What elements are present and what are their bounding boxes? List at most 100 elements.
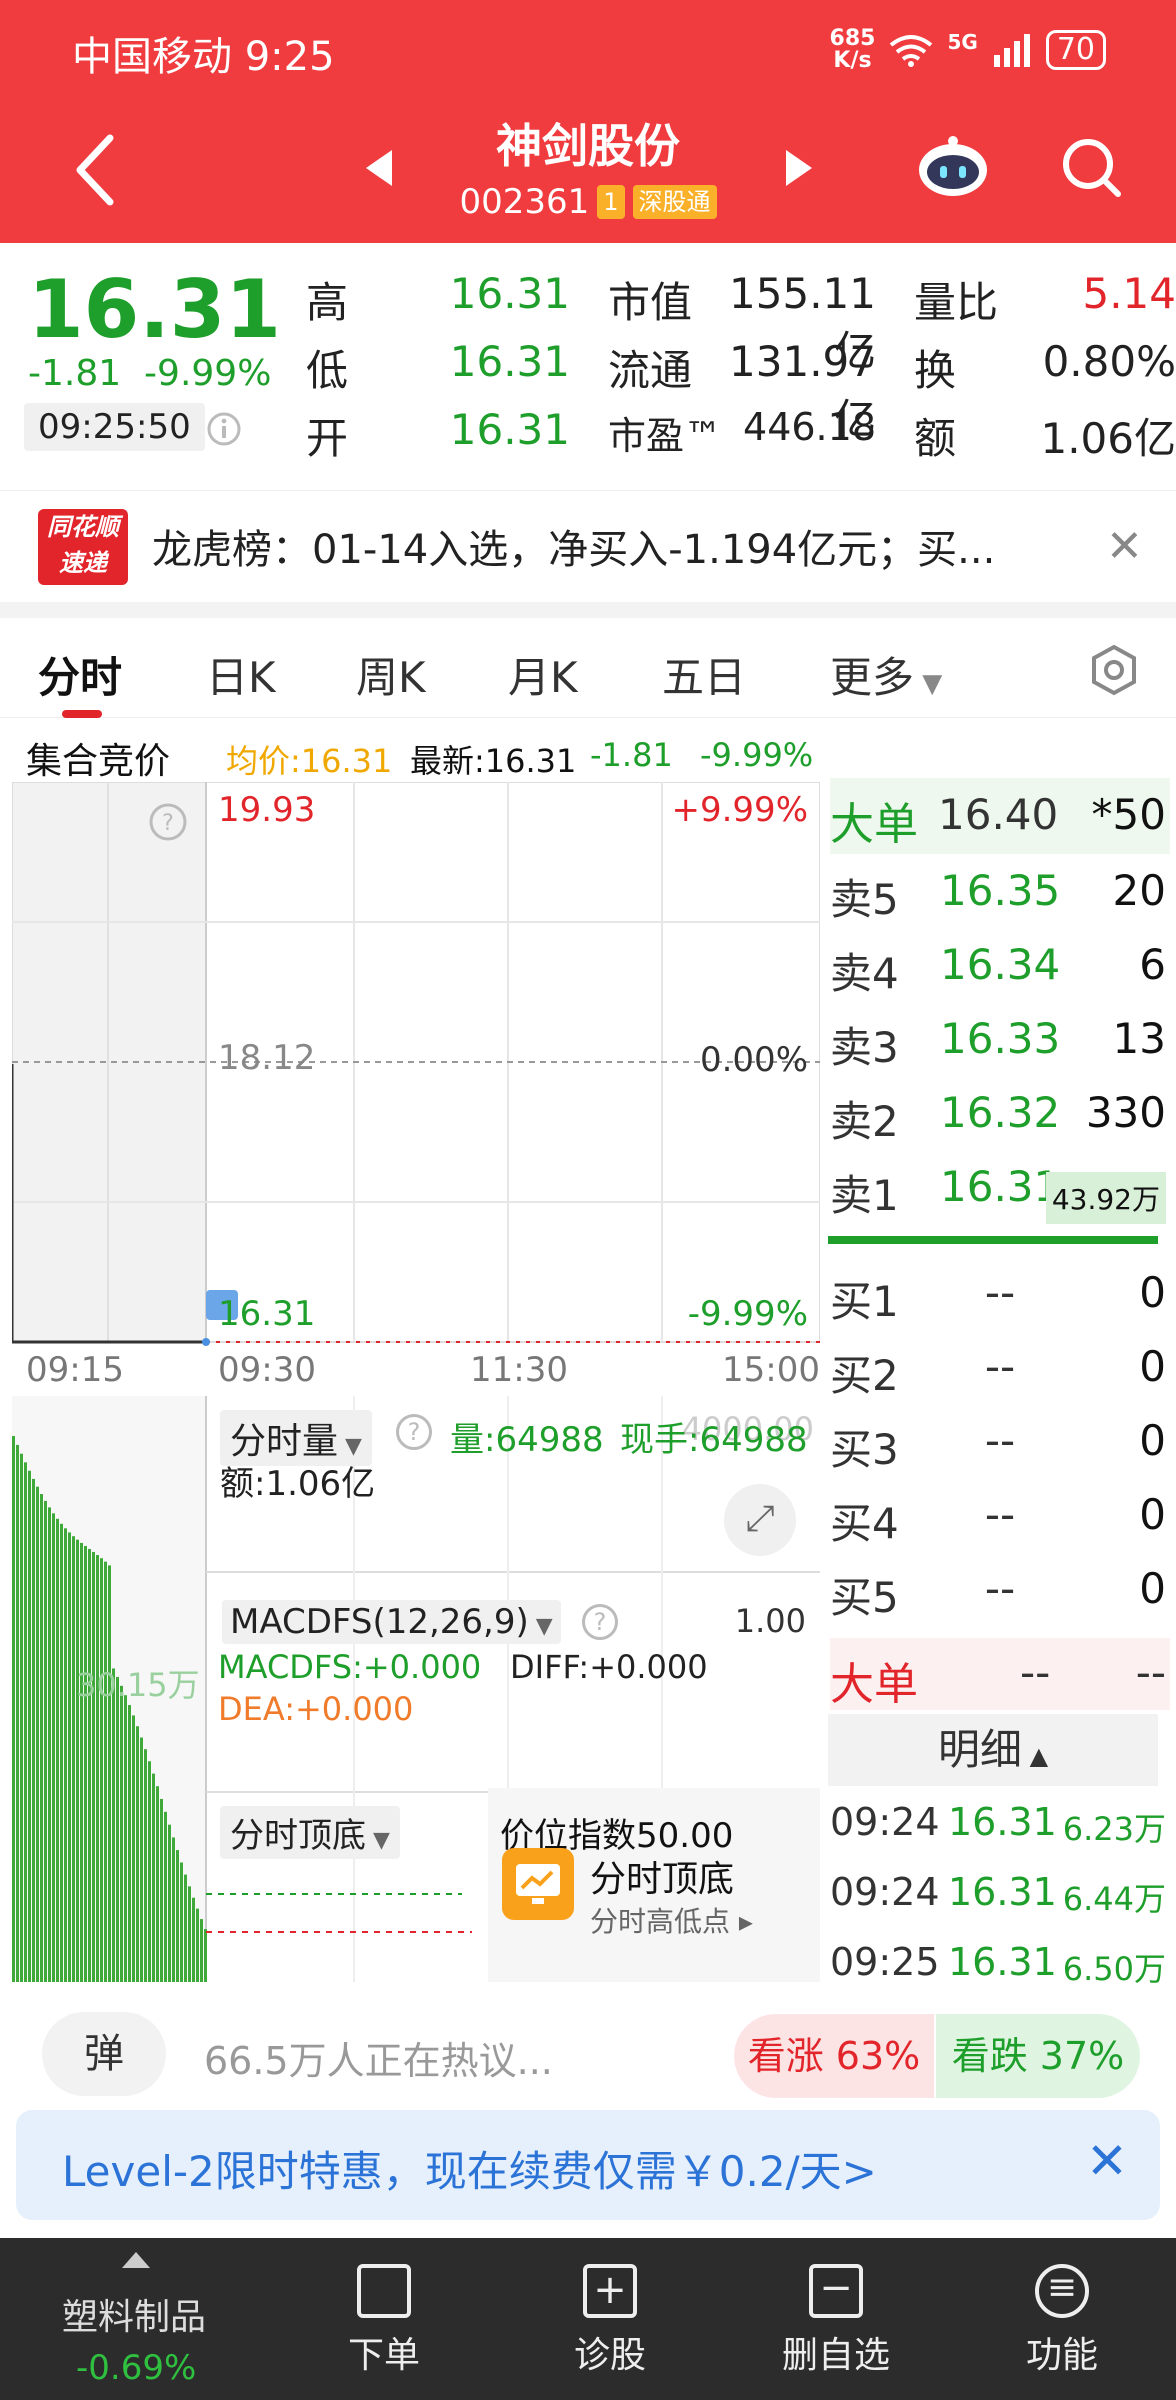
nav-order[interactable]: 下单 (304, 2264, 464, 2378)
indicator-popup[interactable]: 价位指数50.00 分时顶底 分时高低点 ▸ (488, 1788, 820, 1982)
news-ticker[interactable]: 同花顺 速递 龙虎榜：01-14入选，净买入-1.194亿元；买... ✕ (0, 490, 1176, 602)
pct-axis-top: +9.99% (671, 790, 809, 830)
close-icon[interactable]: ✕ (1086, 2132, 1128, 2190)
price-change: -1.81 -9.99% (28, 353, 272, 394)
ask-row[interactable]: 卖2 16.32 330 (830, 1080, 1170, 1150)
bid-row[interactable]: 买4 -- 0 (830, 1482, 1170, 1552)
diagnose-icon: + (583, 2264, 637, 2318)
ask-row[interactable]: 卖4 16.34 6 (830, 932, 1170, 1002)
help-icon[interactable]: ? (582, 1604, 618, 1640)
mktcap-label: 市值 (608, 278, 693, 327)
bid-ask-divider (828, 1236, 1158, 1244)
volume-bar (60, 1523, 63, 1982)
bid-row[interactable]: 买2 -- 0 (830, 1334, 1170, 1404)
volume-bar (52, 1513, 55, 1982)
volume-bar (36, 1486, 39, 1982)
trade-row: 09:25 16.31 6.50万 (830, 1940, 1166, 1988)
volume-bar (76, 1539, 79, 1982)
volume-bar (128, 1705, 131, 1982)
info-icon[interactable] (206, 411, 242, 447)
status-icons: 685 K/s 5G 70 (830, 28, 1106, 72)
volume-bar (184, 1874, 187, 1982)
nav-functions[interactable]: ≡ 功能 (982, 2264, 1142, 2378)
net-speed: 685 K/s (829, 26, 876, 73)
indicator-selector[interactable]: 分时顶底 ▼ (220, 1806, 400, 1859)
volume-bar (104, 1561, 107, 1982)
sector-name[interactable]: 塑料制品 (62, 2288, 206, 2340)
bid-row[interactable]: 买1 -- 0 (830, 1260, 1170, 1330)
high-label: 高 (306, 278, 349, 327)
vote-up-button[interactable]: 看涨 63% (734, 2014, 934, 2098)
close-icon[interactable]: ✕ (1106, 521, 1143, 572)
remove-icon: − (809, 2264, 863, 2318)
vol-ratio-value: 5.14 (1082, 269, 1176, 318)
big-order-ask[interactable]: 大单 16.40 *50 (830, 778, 1170, 854)
volume-bar (168, 1824, 171, 1982)
trade-row: 09:24 16.31 6.23万 (830, 1800, 1166, 1848)
volume-bar (148, 1761, 151, 1982)
tab-more[interactable]: 更多 ▼ (830, 644, 942, 705)
help-icon[interactable]: ? (396, 1414, 432, 1450)
big-order-bid[interactable]: 大单 -- -- (830, 1638, 1170, 1710)
signal-icon (993, 34, 1030, 67)
low-label: 低 (306, 346, 349, 395)
order-book: 大单 16.40 *50 卖5 16.35 20 卖4 16.34 6 卖3 1… (826, 778, 1176, 1988)
volume-bar (200, 1919, 203, 1982)
amount-value: 1.06亿 (1040, 414, 1176, 463)
y-axis-top: 19.93 (218, 790, 316, 830)
help-icon[interactable]: ? (148, 802, 188, 842)
macd-selector[interactable]: MACDFS(12,26,9) ▼ (222, 1600, 561, 1644)
vote-down-button[interactable]: 看跌 37% (936, 2014, 1140, 2098)
ask-row[interactable]: 卖5 16.35 20 (830, 858, 1170, 928)
hot-discussion-text[interactable]: 66.5万人正在热议... (204, 2030, 553, 2085)
quote-time: 09:25:50 (24, 403, 205, 451)
latest-change: -1.81 (590, 736, 673, 774)
volume-bar (164, 1811, 167, 1982)
settings-icon[interactable] (1088, 644, 1140, 696)
trade-row: 09:24 16.31 6.44万 (830, 1870, 1166, 1918)
volume-bar (96, 1554, 99, 1982)
expand-icon[interactable]: ⤢ (724, 1484, 796, 1556)
stock-title: 神剑股份 002361 1 深股通 (340, 110, 836, 230)
bottom-nav: 塑料制品 -0.69% 下单 + 诊股 − 删自选 ≡ 功能 (0, 2238, 1176, 2400)
promo-banner[interactable]: Level-2限时特惠，现在续费仅需￥0.2/天> ✕ (16, 2110, 1160, 2220)
popup-title: 分时顶底 (590, 1859, 735, 1900)
danmu-toggle[interactable]: 弹 (42, 2012, 166, 2096)
tab-weekly-k[interactable]: 周K (356, 644, 426, 705)
tab-intraday[interactable]: 分时 (38, 644, 122, 705)
news-logo: 同花顺 速递 (38, 509, 128, 585)
volume-amount: 额:1.06亿 (220, 1464, 376, 1504)
detail-tab[interactable]: 明细 ▲ (828, 1714, 1158, 1786)
bid-row[interactable]: 买5 -- 0 (830, 1556, 1170, 1626)
nav-diagnose[interactable]: + 诊股 (530, 2264, 690, 2378)
ask-row[interactable]: 卖3 16.33 13 (830, 1006, 1170, 1076)
float-label: 流通 (608, 346, 693, 395)
search-icon[interactable] (1060, 136, 1124, 200)
promo-text[interactable]: Level-2限时特惠，现在续费仅需￥0.2/天> (62, 2138, 877, 2199)
tab-monthly-k[interactable]: 月K (508, 644, 578, 705)
period-tabs: 分时 日K 周K 月K 五日 更多 ▼ (0, 618, 1176, 718)
ask-row[interactable]: 卖1 16.31 43.92万 (830, 1154, 1170, 1224)
intraday-chart[interactable]: 19.93 18.12 16.31 +9.99% 0.00% -9.99% ? … (12, 782, 820, 1982)
volume-bar (72, 1536, 75, 1982)
volume-bar (16, 1444, 19, 1982)
auction-label: 集合竞价 (26, 741, 171, 782)
volume-bar (144, 1749, 147, 1982)
tab-underline (62, 710, 102, 718)
robot-assistant-icon[interactable] (916, 136, 990, 198)
back-icon[interactable] (66, 130, 126, 210)
bid-row[interactable]: 买3 -- 0 (830, 1408, 1170, 1478)
menu-icon: ≡ (1035, 2264, 1089, 2318)
volume-bar (152, 1773, 155, 1982)
diff-value: DIFF:+0.000 (510, 1648, 708, 1686)
tab-daily-k[interactable]: 日K (206, 644, 276, 705)
tab-five-day[interactable]: 五日 (662, 644, 746, 705)
macd-value: MACDFS:+0.000 (218, 1648, 482, 1686)
quote-panel: 16.31 -1.81 -9.99% 09:25:50 高 16.31 低 16… (0, 243, 1176, 483)
volume-bar (116, 1676, 119, 1982)
nav-remove-watchlist[interactable]: − 删自选 (756, 2264, 916, 2378)
next-stock-icon[interactable] (786, 150, 812, 186)
news-text[interactable]: 龙虎榜：01-14入选，净买入-1.194亿元；买... (152, 517, 1072, 575)
volume-bar (120, 1685, 123, 1982)
caret-down-icon: ▼ (366, 1828, 390, 1853)
